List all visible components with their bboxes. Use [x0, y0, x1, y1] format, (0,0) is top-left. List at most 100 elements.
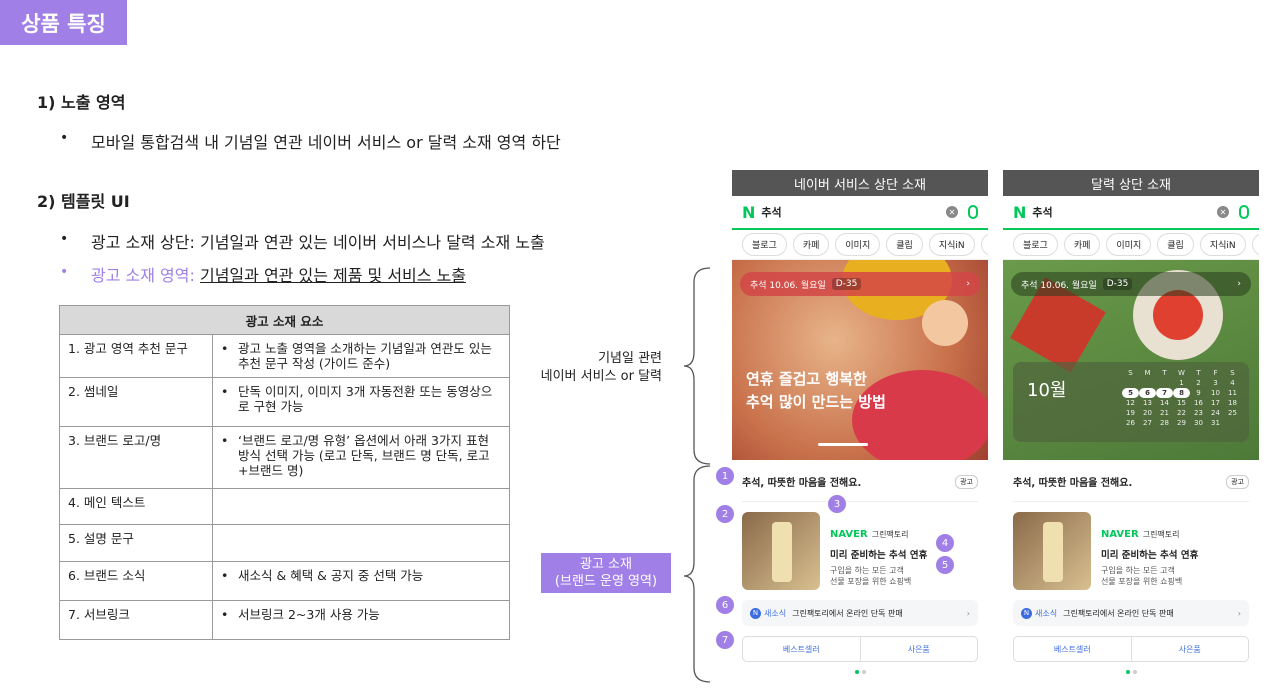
calendar-banner[interactable]: 추석 10.06. 월요일 D-35 › 10월 S M T W T F S 1… [1003, 260, 1259, 460]
bullet: • [221, 433, 229, 448]
main-text: 미리 준비하는 추석 연휴 [830, 550, 928, 561]
day-cell: 6 [1139, 388, 1156, 398]
day-cell: 3 [1213, 379, 1218, 387]
ad-badge: 광고 [1226, 474, 1249, 489]
dday-badge: D-35 [1102, 278, 1133, 290]
ad-card: 추석, 따뜻한 마음을 전해요. 광고 NAVER 그린팩토리 미리 준비하는 추… [732, 462, 988, 686]
desc-line: 선물 포장을 위한 쇼핑백 [1101, 577, 1183, 586]
day-cell: 20 [1143, 409, 1152, 417]
bullet: • [60, 264, 69, 280]
brand-news[interactable]: N 새소식 그린팩토리에서 온라인 단독 판매 › [742, 600, 978, 626]
day-cell: 27 [1143, 419, 1152, 427]
table-row: 1. 광고 영역 추천 문구 • 광고 노출 영역을 소개하는 기념일과 연관도 … [59, 334, 510, 378]
tab-cafe[interactable]: 카페 [1063, 233, 1101, 256]
desc-line: 구입을 하는 모든 고객 [830, 566, 904, 575]
row-desc: • 새소식 & 혜택 & 공지 중 선택 가능 [212, 561, 510, 601]
hero-banner[interactable]: 추석 10.06. 월요일 D-35 › 연휴 즐겁고 행복한 추억 많이 만드… [732, 260, 988, 460]
mic-icon[interactable] [1239, 205, 1249, 219]
character-face [922, 300, 968, 346]
card-title-text: 추석, 따뜻한 마음을 전해요. [1013, 478, 1133, 489]
card-title-text: 추석, 따뜻한 마음을 전해요. [742, 478, 862, 489]
pager [1013, 670, 1249, 674]
ad-card-title: 추석, 따뜻한 마음을 전해요. 광고 [1013, 462, 1249, 502]
tab-blog[interactable]: 블로그 [1013, 233, 1058, 256]
tab-kin[interactable]: 지식iN [928, 233, 975, 256]
calendar-month: 10월 [1027, 380, 1067, 401]
ad-info: NAVER 그린팩토리 미리 준비하는 추석 연휴 구입을 하는 모든 고객 선물 … [1101, 512, 1198, 598]
date-pill[interactable]: 추석 10.06. 월요일 D-35 › [740, 272, 980, 296]
search-tabs: 블로그 카페 이미지 클립 지식iN 인플 [1003, 230, 1259, 260]
news-label: 새소식 [764, 608, 787, 618]
brand-news[interactable]: N 새소식 그린팩토리에서 온라인 단독 판매 › [1013, 600, 1249, 626]
mic-icon[interactable] [968, 205, 978, 219]
desc-line: 구입을 하는 모든 고객 [1101, 566, 1175, 575]
section-1-bullet: 모바일 통합검색 내 기념일 연관 네이버 서비스 or 달력 소재 영역 하단 [91, 133, 561, 152]
chevron-right-icon: › [966, 608, 970, 618]
day-cell: 29 [1177, 419, 1186, 427]
day-cell: 10 [1211, 389, 1220, 397]
tab-kin[interactable]: 지식iN [1199, 233, 1246, 256]
tab-influencer[interactable]: 인플 [1251, 233, 1259, 256]
tab-clip[interactable]: 클립 [886, 233, 923, 256]
day-cell: 11 [1228, 389, 1237, 397]
day-cell: 15 [1177, 399, 1186, 407]
ad-badge: 광고 [955, 474, 978, 489]
day-header: T [1162, 369, 1167, 377]
sublink-gift[interactable]: 사은품 [1130, 637, 1249, 661]
desc-text: ‘브랜드 로고/명 유형’ 옵션에서 아래 3가지 표현 방식 선택 가능 (로… [238, 433, 490, 478]
clear-icon[interactable]: ✕ [1217, 206, 1229, 218]
annotation-line: (브랜드 운영 영역) [554, 574, 658, 589]
clear-icon[interactable]: ✕ [946, 206, 958, 218]
row-desc [212, 488, 510, 525]
tab-image[interactable]: 이미지 [1106, 233, 1152, 256]
row-name: 1. 광고 영역 추천 문구 [59, 334, 213, 378]
ad-card-body[interactable]: NAVER 그린팩토리 미리 준비하는 추석 연휴 구입을 하는 모든 고객 선물 … [1013, 502, 1249, 598]
row-desc [212, 524, 510, 562]
tab-cafe[interactable]: 카페 [792, 233, 830, 256]
row-name: 3. 브랜드 로고/명 [59, 426, 213, 489]
sublink-bestseller[interactable]: 베스트셀러 [743, 637, 860, 661]
marker-7: 7 [716, 631, 734, 649]
ad-card-title: 추석, 따뜻한 마음을 전해요. 광고 [742, 462, 978, 502]
calendar-widget: 10월 S M T W T F S 1 2 3 4 5 6 7 8 9 10 1… [1013, 362, 1249, 442]
day-cell: 7 [1156, 388, 1173, 398]
marker-5: 5 [936, 556, 954, 574]
marker-6: 6 [716, 596, 734, 614]
bullet: • [221, 607, 229, 622]
thumbnail[interactable] [1013, 512, 1091, 590]
decor-flower [1153, 290, 1203, 340]
date-pill[interactable]: 추석 10.06. 월요일 D-35 › [1011, 272, 1251, 296]
hero-line: 연휴 즐겁고 행복한 [746, 370, 867, 388]
marker-3: 3 [828, 495, 846, 513]
day-cell: 9 [1196, 389, 1201, 397]
ad-card: 추석, 따뜻한 마음을 전해요. 광고 NAVER 그린팩토리 미리 준비하는 추… [1003, 462, 1259, 686]
row-desc: • 서브링크 2~3개 사용 가능 [212, 600, 510, 640]
search-bar[interactable]: N 추석 ✕ [1003, 196, 1259, 230]
day-cell: 8 [1173, 388, 1190, 398]
day-cell: 18 [1228, 399, 1237, 407]
section-2-title: 2) 템플릿 UI [37, 192, 130, 211]
sublink-gift[interactable]: 사은품 [859, 637, 978, 661]
search-bar[interactable]: N 추석 ✕ [732, 196, 988, 230]
lower-annotation: 광고 소재 (브랜드 운영 영역) [541, 553, 671, 593]
day-cell [1156, 378, 1173, 388]
row-name: 4. 메인 텍스트 [59, 488, 213, 525]
tab-blog[interactable]: 블로그 [742, 233, 787, 256]
main-text: 미리 준비하는 추석 연휴 [1101, 550, 1199, 561]
hero-text: 연휴 즐겁고 행복한 추억 많이 만드는 방법 [746, 368, 886, 414]
search-query: 추석 [1032, 206, 1053, 219]
page-dot [854, 670, 859, 674]
chevron-right-icon: › [1237, 279, 1241, 289]
thumbnail[interactable] [742, 512, 820, 590]
search-query: 추석 [761, 206, 782, 219]
tab-image[interactable]: 이미지 [835, 233, 881, 256]
phone-header: 달력 상단 소재 [1003, 170, 1259, 196]
sublink-bestseller[interactable]: 베스트셀러 [1014, 637, 1131, 661]
brace-icon [683, 267, 711, 683]
tab-clip[interactable]: 클립 [1157, 233, 1194, 256]
day-cell: 17 [1211, 399, 1220, 407]
section-tag: 상품 특징 [0, 0, 127, 45]
day-header: W [1178, 369, 1185, 377]
calendar-grid: S M T W T F S 1 2 3 4 5 6 7 8 9 10 11 12… [1122, 368, 1241, 428]
tab-influencer[interactable]: 인플 [980, 233, 988, 256]
